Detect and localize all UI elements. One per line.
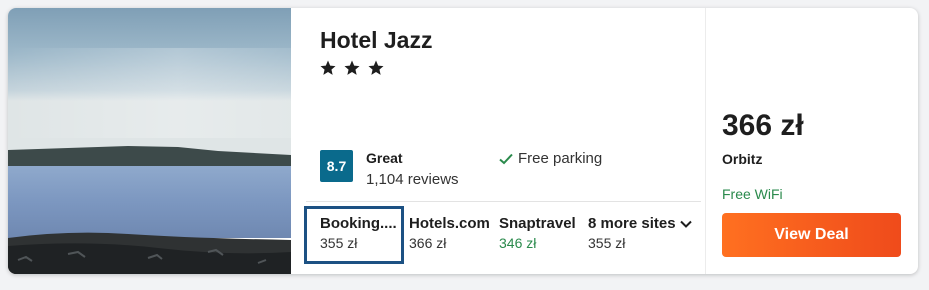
review-count[interactable]: 1,104 reviews bbox=[366, 171, 459, 188]
site-price-snaptravel[interactable]: Snaptravel 346 zł bbox=[499, 215, 576, 251]
site-price: 355 zł bbox=[588, 235, 626, 251]
star-icon bbox=[344, 60, 360, 75]
hotel-photo[interactable] bbox=[8, 8, 291, 274]
more-sites-dropdown[interactable]: 8 more sites 355 zł bbox=[588, 215, 692, 251]
selected-site-highlight bbox=[304, 206, 404, 264]
site-name: Hotels.com bbox=[409, 215, 490, 232]
deal-perk: Free WiFi bbox=[722, 186, 783, 202]
amenity-free-parking: Free parking bbox=[499, 150, 602, 167]
star-icon bbox=[368, 60, 384, 75]
star-rating bbox=[319, 59, 385, 77]
more-sites-label: 8 more sites bbox=[588, 215, 676, 232]
divider bbox=[306, 201, 701, 202]
deal-panel: 366 zł Orbitz Free WiFi View Deal bbox=[706, 8, 918, 274]
deal-site: Orbitz bbox=[722, 151, 763, 167]
rating-label: Great bbox=[366, 150, 403, 166]
hotel-name[interactable]: Hotel Jazz bbox=[320, 27, 432, 54]
deal-price[interactable]: 366 zł bbox=[722, 109, 804, 143]
more-sites-toggle[interactable]: 8 more sites bbox=[588, 215, 692, 232]
hotel-card[interactable]: Hotel Jazz 8.7 Great 1,104 reviews Free … bbox=[8, 8, 918, 274]
star-icon bbox=[320, 60, 336, 75]
review-score-badge[interactable]: 8.7 bbox=[320, 150, 353, 182]
hotel-info: Hotel Jazz 8.7 Great 1,104 reviews Free … bbox=[291, 8, 705, 274]
site-name: Snaptravel bbox=[499, 215, 576, 232]
site-price: 366 zł bbox=[409, 235, 447, 251]
site-price-best: 346 zł bbox=[499, 235, 537, 251]
site-price-hotels-com[interactable]: Hotels.com 366 zł bbox=[409, 215, 490, 251]
check-icon bbox=[499, 153, 513, 164]
hotel-photo-image bbox=[8, 8, 291, 274]
view-deal-button[interactable]: View Deal bbox=[722, 213, 901, 257]
amenity-label: Free parking bbox=[518, 150, 603, 167]
chevron-down-icon bbox=[679, 220, 692, 228]
